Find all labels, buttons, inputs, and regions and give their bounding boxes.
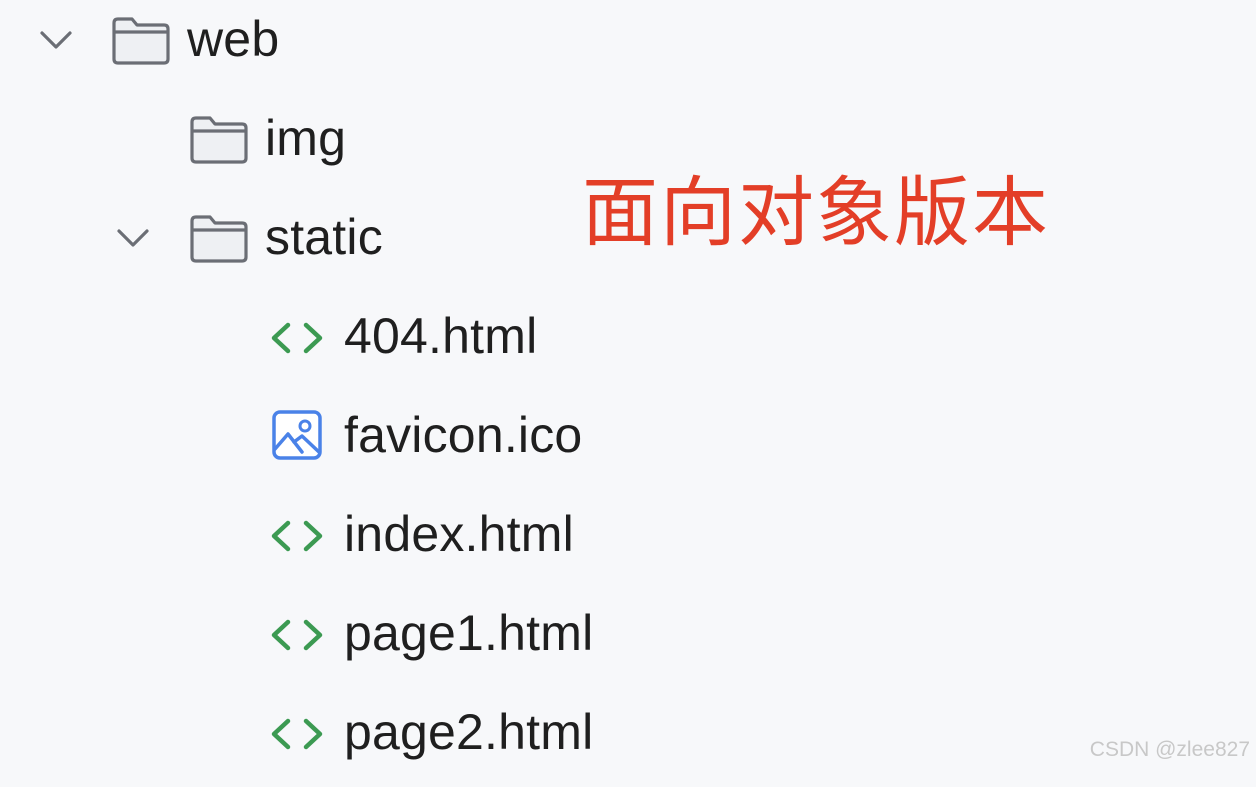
tree-node-file[interactable]: page1.html	[0, 589, 760, 688]
tree-node-label: page1.html	[344, 605, 594, 661]
project-file-tree: web img static 404.html favicon.ico inde…	[0, 0, 1256, 770]
html-file-icon	[271, 322, 323, 354]
tree-node-file[interactable]: page2.html	[0, 688, 760, 787]
image-file-icon	[272, 410, 322, 460]
annotation-text: 面向对象版本	[582, 168, 1050, 257]
tree-node-file[interactable]: favicon.ico	[0, 391, 760, 490]
tree-node-file[interactable]: index.html	[0, 490, 760, 589]
folder-icon	[190, 215, 248, 263]
tree-node-label: index.html	[344, 506, 574, 562]
chevron-down-icon[interactable]	[36, 19, 76, 59]
watermark-text: CSDN @zlee827	[1089, 738, 1250, 761]
html-file-icon	[271, 718, 323, 750]
tree-node-label: img	[265, 110, 347, 166]
tree-node-label: favicon.ico	[344, 407, 583, 463]
tree-node-label: static	[265, 209, 383, 265]
tree-node-label: page2.html	[344, 704, 594, 760]
tree-node-web[interactable]: web	[0, 0, 760, 94]
html-file-icon	[271, 520, 323, 552]
chevron-down-icon[interactable]	[113, 217, 153, 257]
tree-node-label: web	[187, 11, 280, 67]
tree-node-label: 404.html	[344, 308, 538, 364]
folder-icon	[112, 17, 170, 65]
tree-node-file[interactable]: 404.html	[0, 292, 760, 391]
html-file-icon	[271, 619, 323, 651]
folder-icon	[190, 116, 248, 164]
